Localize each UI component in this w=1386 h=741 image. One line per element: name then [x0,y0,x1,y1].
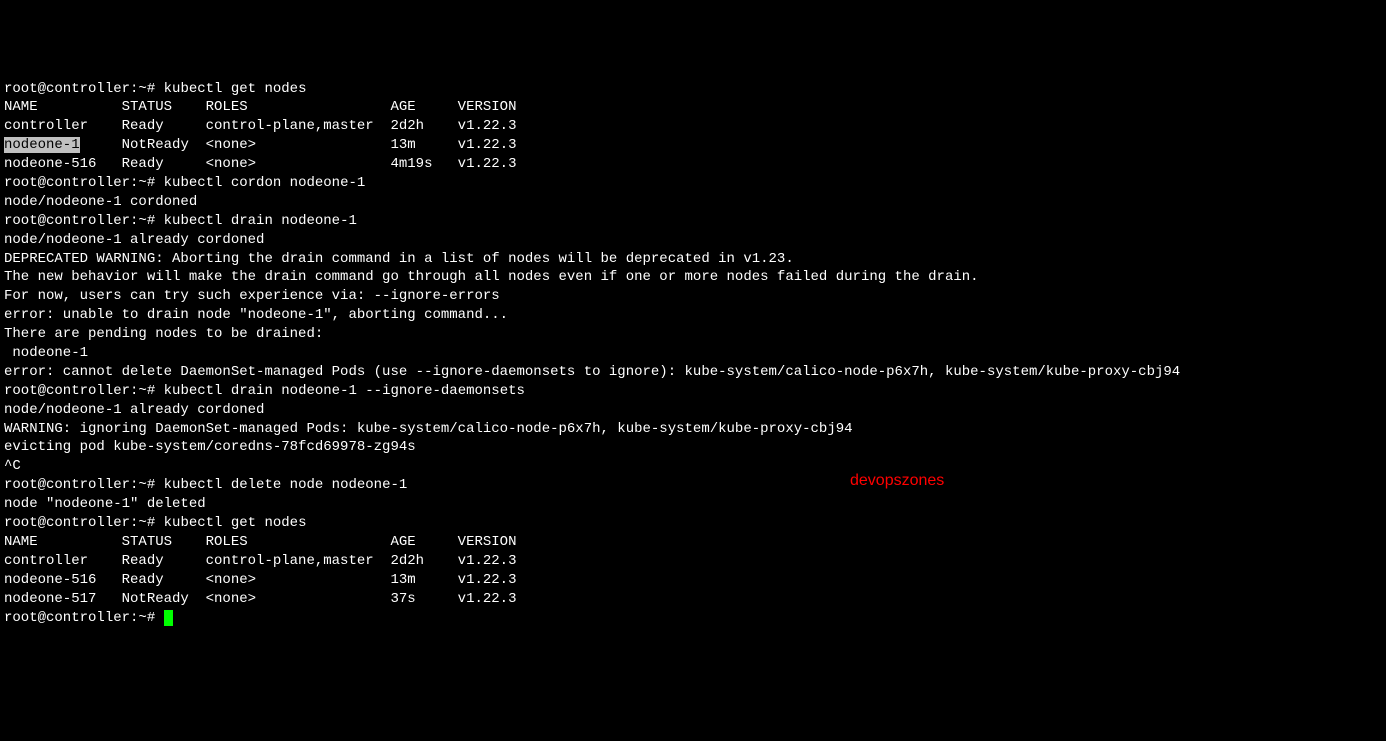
table-row: nodeone-516 Ready <none> 13m v1.22.3 [4,571,1382,590]
table-row: nodeone-516 Ready <none> 4m19s v1.22.3 [4,155,1382,174]
command-text: kubectl drain nodeone-1 [164,213,357,229]
shell-prompt: root@controller:~# [4,213,155,229]
shell-prompt: root@controller:~# [4,383,155,399]
output-line: node "nodeone-1" deleted [4,495,1382,514]
output-line: node/nodeone-1 already cordoned [4,231,1382,250]
watermark-text: devopszones [850,470,944,492]
highlighted-node-name: nodeone-1 [4,137,80,153]
terminal-output[interactable]: root@controller:~# kubectl get nodesNAME… [4,80,1382,628]
output-line: nodeone-1 [4,344,1382,363]
prompt-line[interactable]: root@controller:~# [4,609,1382,628]
output-line: node/nodeone-1 already cordoned [4,401,1382,420]
output-line: DEPRECATED WARNING: Aborting the drain c… [4,250,1382,269]
command-line: root@controller:~# kubectl delete node n… [4,476,1382,495]
output-line: The new behavior will make the drain com… [4,268,1382,287]
table-header: NAME STATUS ROLES AGE VERSION [4,533,1382,552]
command-text: kubectl get nodes [164,81,307,97]
command-text: kubectl cordon nodeone-1 [164,175,366,191]
output-line: ^C [4,457,1382,476]
table-header: NAME STATUS ROLES AGE VERSION [4,98,1382,117]
shell-prompt: root@controller:~# [4,175,155,191]
output-line: There are pending nodes to be drained: [4,325,1382,344]
output-line: For now, users can try such experience v… [4,287,1382,306]
cursor-icon [164,610,173,626]
command-line: root@controller:~# kubectl get nodes [4,514,1382,533]
shell-prompt: root@controller:~# [4,477,155,493]
output-line: node/nodeone-1 cordoned [4,193,1382,212]
shell-prompt: root@controller:~# [4,610,155,626]
command-line: root@controller:~# kubectl cordon nodeon… [4,174,1382,193]
command-text: kubectl get nodes [164,515,307,531]
command-line: root@controller:~# kubectl get nodes [4,80,1382,99]
output-line: WARNING: ignoring DaemonSet-managed Pods… [4,420,1382,439]
table-row: controller Ready control-plane,master 2d… [4,552,1382,571]
output-line: error: cannot delete DaemonSet-managed P… [4,363,1382,382]
table-row: nodeone-1 NotReady <none> 13m v1.22.3 [4,136,1382,155]
table-row: nodeone-517 NotReady <none> 37s v1.22.3 [4,590,1382,609]
output-line: evicting pod kube-system/coredns-78fcd69… [4,438,1382,457]
command-line: root@controller:~# kubectl drain nodeone… [4,382,1382,401]
command-text: kubectl delete node nodeone-1 [164,477,408,493]
table-row: controller Ready control-plane,master 2d… [4,117,1382,136]
output-line: error: unable to drain node "nodeone-1",… [4,306,1382,325]
shell-prompt: root@controller:~# [4,515,155,531]
command-line: root@controller:~# kubectl drain nodeone… [4,212,1382,231]
command-text: kubectl drain nodeone-1 --ignore-daemons… [164,383,525,399]
shell-prompt: root@controller:~# [4,81,155,97]
